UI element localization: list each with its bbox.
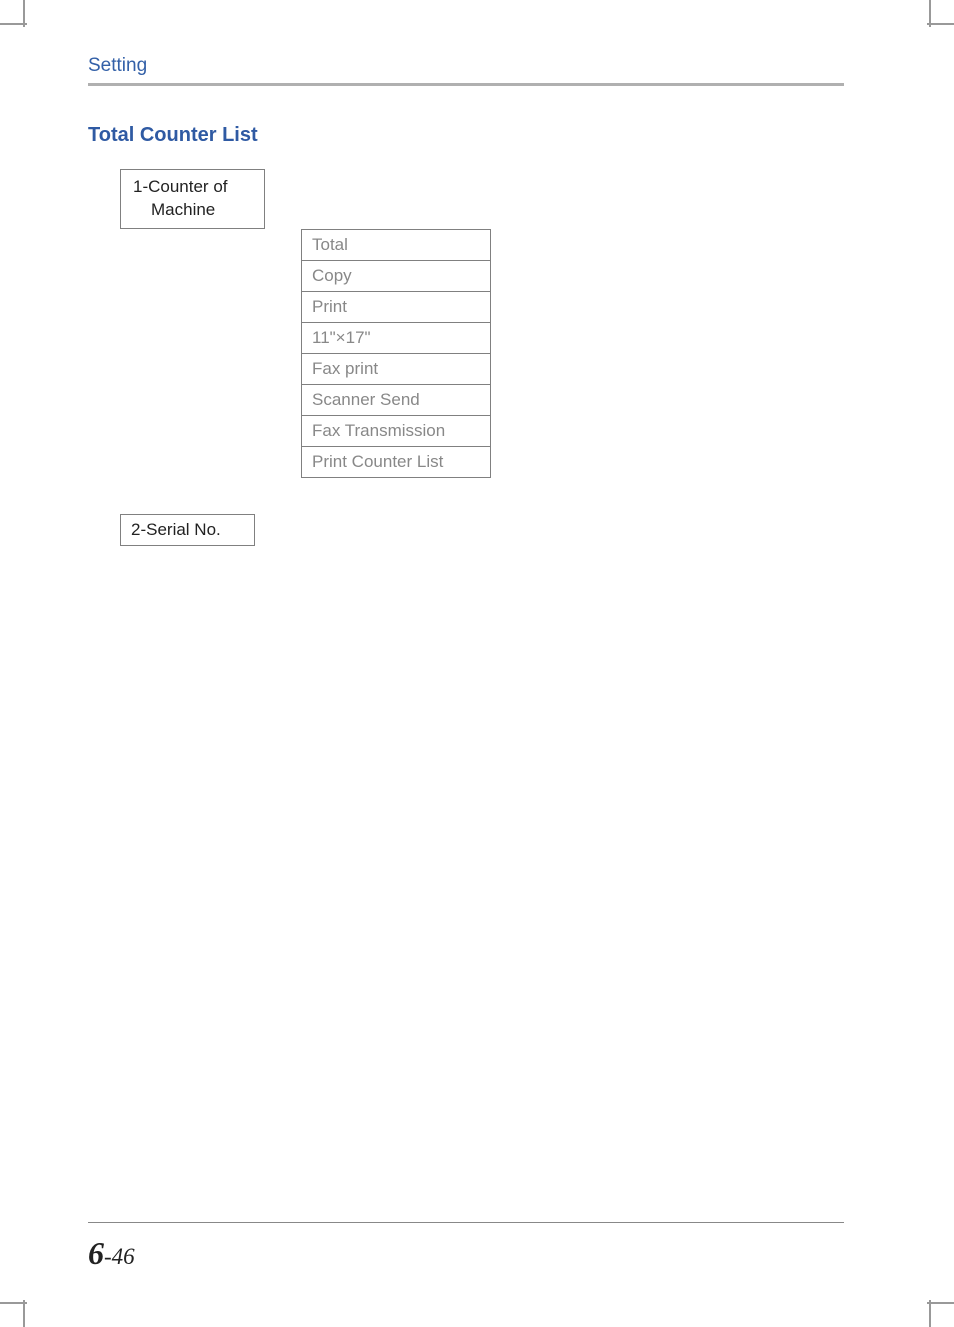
page-footer: 6-46 — [88, 1222, 844, 1272]
box-line-2: Machine — [133, 199, 256, 222]
header-title: Setting — [88, 55, 844, 77]
crop-mark — [929, 1300, 931, 1327]
list-item: Fax print — [301, 353, 491, 385]
list-item: 11"×17" — [301, 322, 491, 354]
list-item: Print — [301, 291, 491, 323]
counter-of-machine-box: 1-Counter of Machine — [120, 169, 265, 229]
sublist-wrap: Total Copy Print 11"×17" Fax print Scann… — [265, 229, 844, 478]
crop-mark — [927, 23, 954, 25]
list-item: Total — [301, 229, 491, 261]
footer-page-number: 46 — [112, 1244, 135, 1269]
footer-dash: - — [104, 1244, 112, 1269]
footer-chapter-number: 6 — [88, 1235, 104, 1271]
page-header: Setting — [88, 55, 844, 86]
serial-no-box: 2-Serial No. — [120, 514, 255, 546]
list-item: Print Counter List — [301, 446, 491, 478]
tree-diagram: 1-Counter of Machine Total Copy Print 11… — [120, 169, 844, 478]
tree-top-row: 1-Counter of Machine — [120, 169, 844, 229]
box-line-1: 1-Counter of — [133, 176, 256, 199]
crop-mark — [23, 1300, 25, 1327]
list-item: Scanner Send — [301, 384, 491, 416]
crop-mark — [0, 1302, 27, 1304]
counter-sublist: Total Copy Print 11"×17" Fax print Scann… — [301, 229, 844, 478]
list-item: Fax Transmission — [301, 415, 491, 447]
crop-mark — [927, 1302, 954, 1304]
section-heading: Total Counter List — [88, 124, 844, 147]
page-content: Setting Total Counter List 1-Counter of … — [88, 55, 844, 1272]
list-item: Copy — [301, 260, 491, 292]
crop-mark — [0, 23, 27, 25]
